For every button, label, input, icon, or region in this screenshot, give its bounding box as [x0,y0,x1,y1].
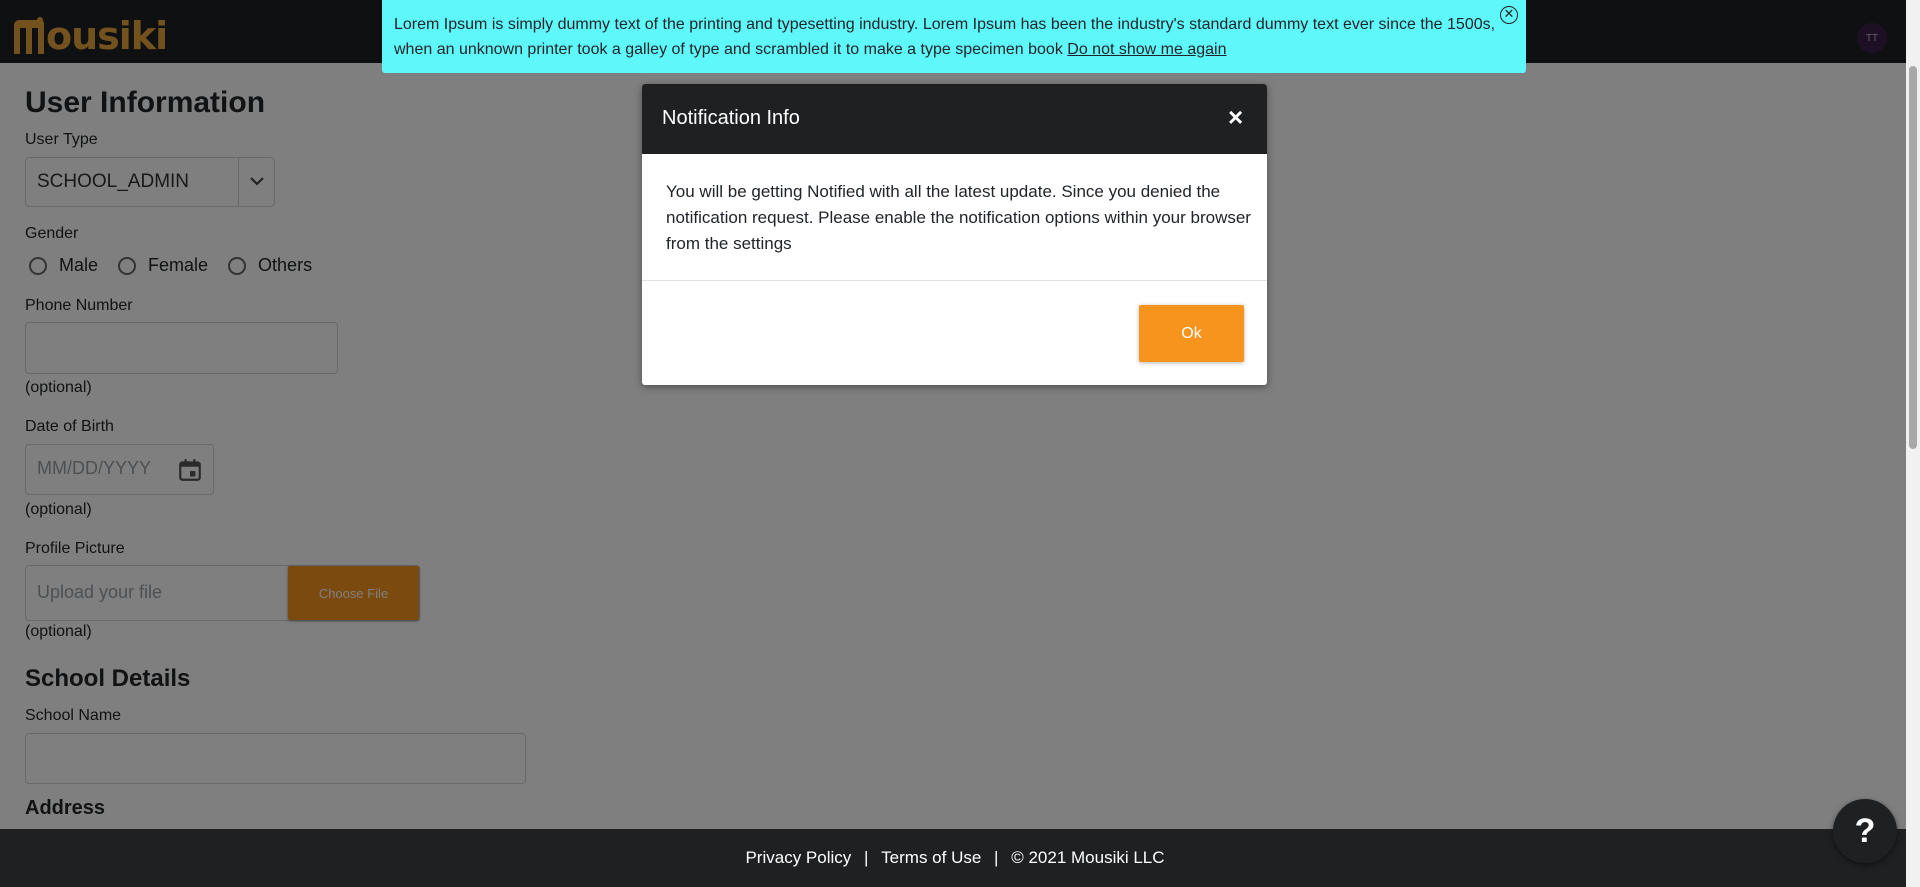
modal-header: Notification Info × [642,84,1267,154]
footer-links: Privacy Policy | Terms of Use | © 2021 M… [0,848,1910,868]
modal-body-text: You will be getting Notified with all th… [666,182,1251,253]
info-banner: Lorem Ipsum is simply dummy text of the … [382,0,1526,73]
copyright-text: © 2021 Mousiki LLC [1011,848,1165,867]
close-icon[interactable]: × [1228,103,1243,131]
scrollbar-thumb[interactable] [1909,66,1917,449]
page-scrollbar[interactable] [1906,0,1920,887]
modal-title: Notification Info [662,107,800,129]
banner-text: Lorem Ipsum is simply dummy text of the … [394,12,1504,62]
privacy-policy-link[interactable]: Privacy Policy [745,848,851,867]
terms-of-use-link[interactable]: Terms of Use [881,848,981,867]
ok-button[interactable]: Ok [1139,305,1244,362]
close-circle-icon[interactable]: ✕ [1500,6,1518,24]
notification-info-modal: Notification Info × You will be getting … [642,84,1267,385]
footer: Privacy Policy | Terms of Use | © 2021 M… [0,829,1920,887]
footer-separator: | [994,848,999,867]
modal-divider [642,280,1267,281]
help-button[interactable]: ? [1833,799,1897,863]
footer-separator: | [864,848,869,867]
banner-message: Lorem Ipsum is simply dummy text of the … [394,16,1496,58]
do-not-show-again-link[interactable]: Do not show me again [1067,41,1226,58]
